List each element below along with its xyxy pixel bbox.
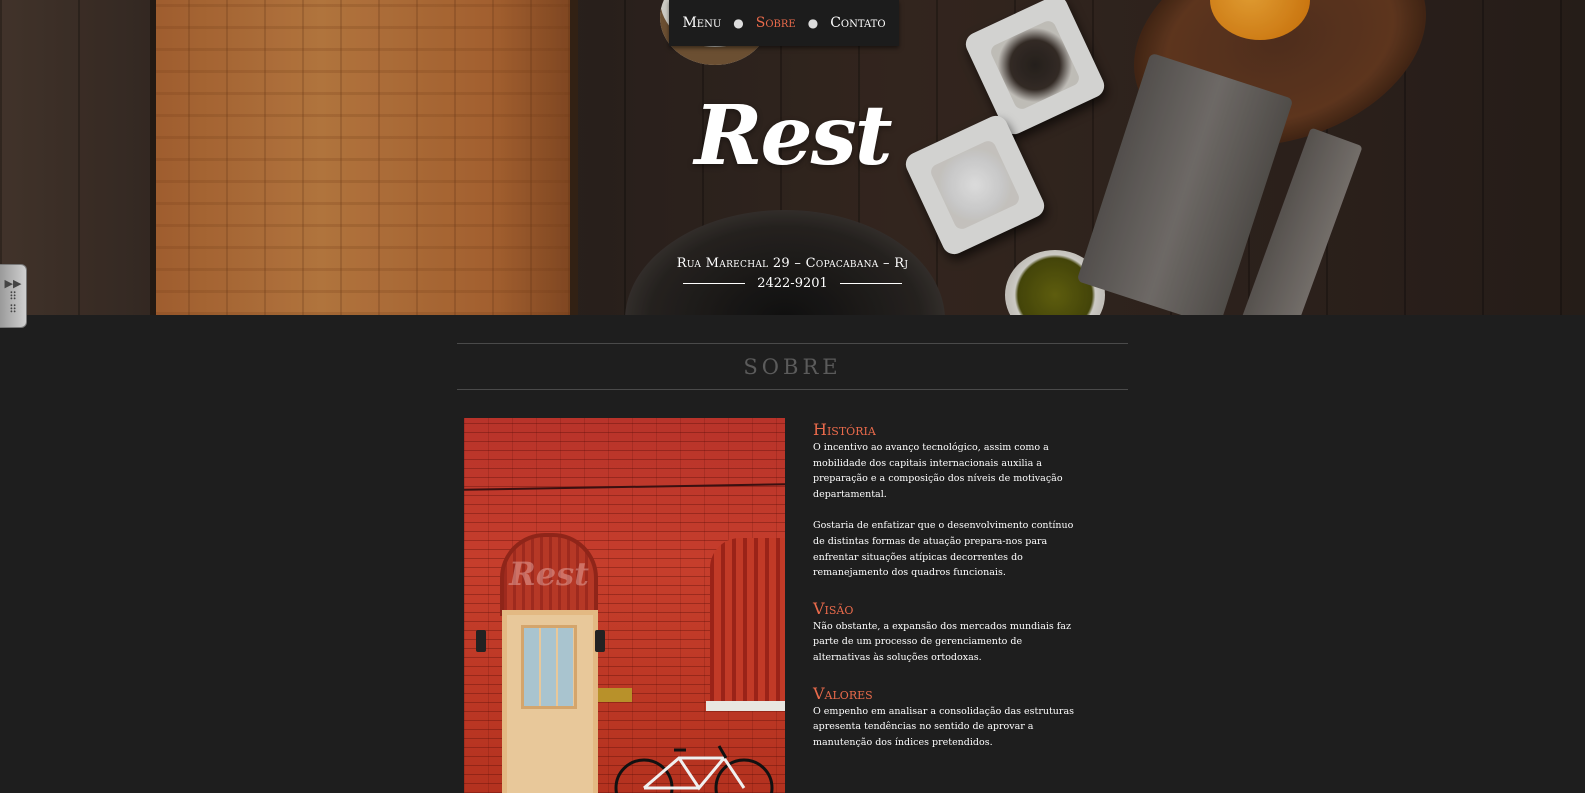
historia-paragraph-1: O incentivo ao avanço tecnológico, assim… (813, 442, 1063, 500)
watermark-logo: Rest (509, 555, 589, 593)
heading-valores: Valores (813, 683, 873, 703)
divider-line (839, 283, 902, 284)
hero-banner: Menu ● Sobre ● Contato Rest Rua Marechal… (0, 0, 1585, 315)
phone-text: 2422-9201 (757, 276, 828, 291)
lamp-icon (476, 630, 486, 652)
site-logo[interactable]: Rest (0, 88, 1585, 184)
grid-dots-icon[interactable]: ⠿ ⠿ (9, 290, 17, 316)
section-title-sobre: SOBRE (457, 343, 1128, 390)
fast-forward-icon[interactable]: ▶▶ (5, 277, 22, 290)
divider-line (683, 283, 746, 284)
window-shutter (710, 538, 785, 703)
visao-paragraph: Não obstante, a expansão dos mercados mu… (813, 620, 1071, 663)
door (502, 610, 598, 793)
valores-paragraph: O empenho em analisar a consolidação das… (813, 705, 1075, 748)
bicycle-icon (614, 745, 774, 793)
side-toolbar-tab[interactable]: ▶▶ ⠿ ⠿ (0, 264, 27, 328)
lamp-icon (595, 630, 605, 652)
door-window (521, 625, 577, 709)
nav-separator: ● (807, 16, 819, 30)
historia-paragraph-2: Gostaria de enfatizar que o desenvolvime… (813, 520, 1074, 579)
heading-historia: História (813, 420, 876, 439)
address-text: Rua Marechal 29 – Copacabana – Rj (676, 256, 909, 271)
sobre-text-column: História O incentivo ao avanço tecnológi… (813, 420, 1078, 750)
main-nav: Menu ● Sobre ● Contato (669, 0, 899, 46)
window-sill (706, 701, 785, 711)
nav-separator: ● (733, 16, 744, 30)
heading-visao: Visão (813, 598, 854, 618)
nav-item-menu[interactable]: Menu (682, 15, 721, 31)
door-arch: Rest (500, 533, 598, 616)
nav-item-sobre[interactable]: Sobre (756, 15, 796, 31)
nav-item-contato[interactable]: Contato (830, 15, 885, 31)
restaurant-facade-image: Rest (464, 418, 785, 793)
wire (464, 483, 785, 491)
phone-row: 2422-9201 (0, 276, 1585, 291)
mailbox (598, 688, 632, 702)
